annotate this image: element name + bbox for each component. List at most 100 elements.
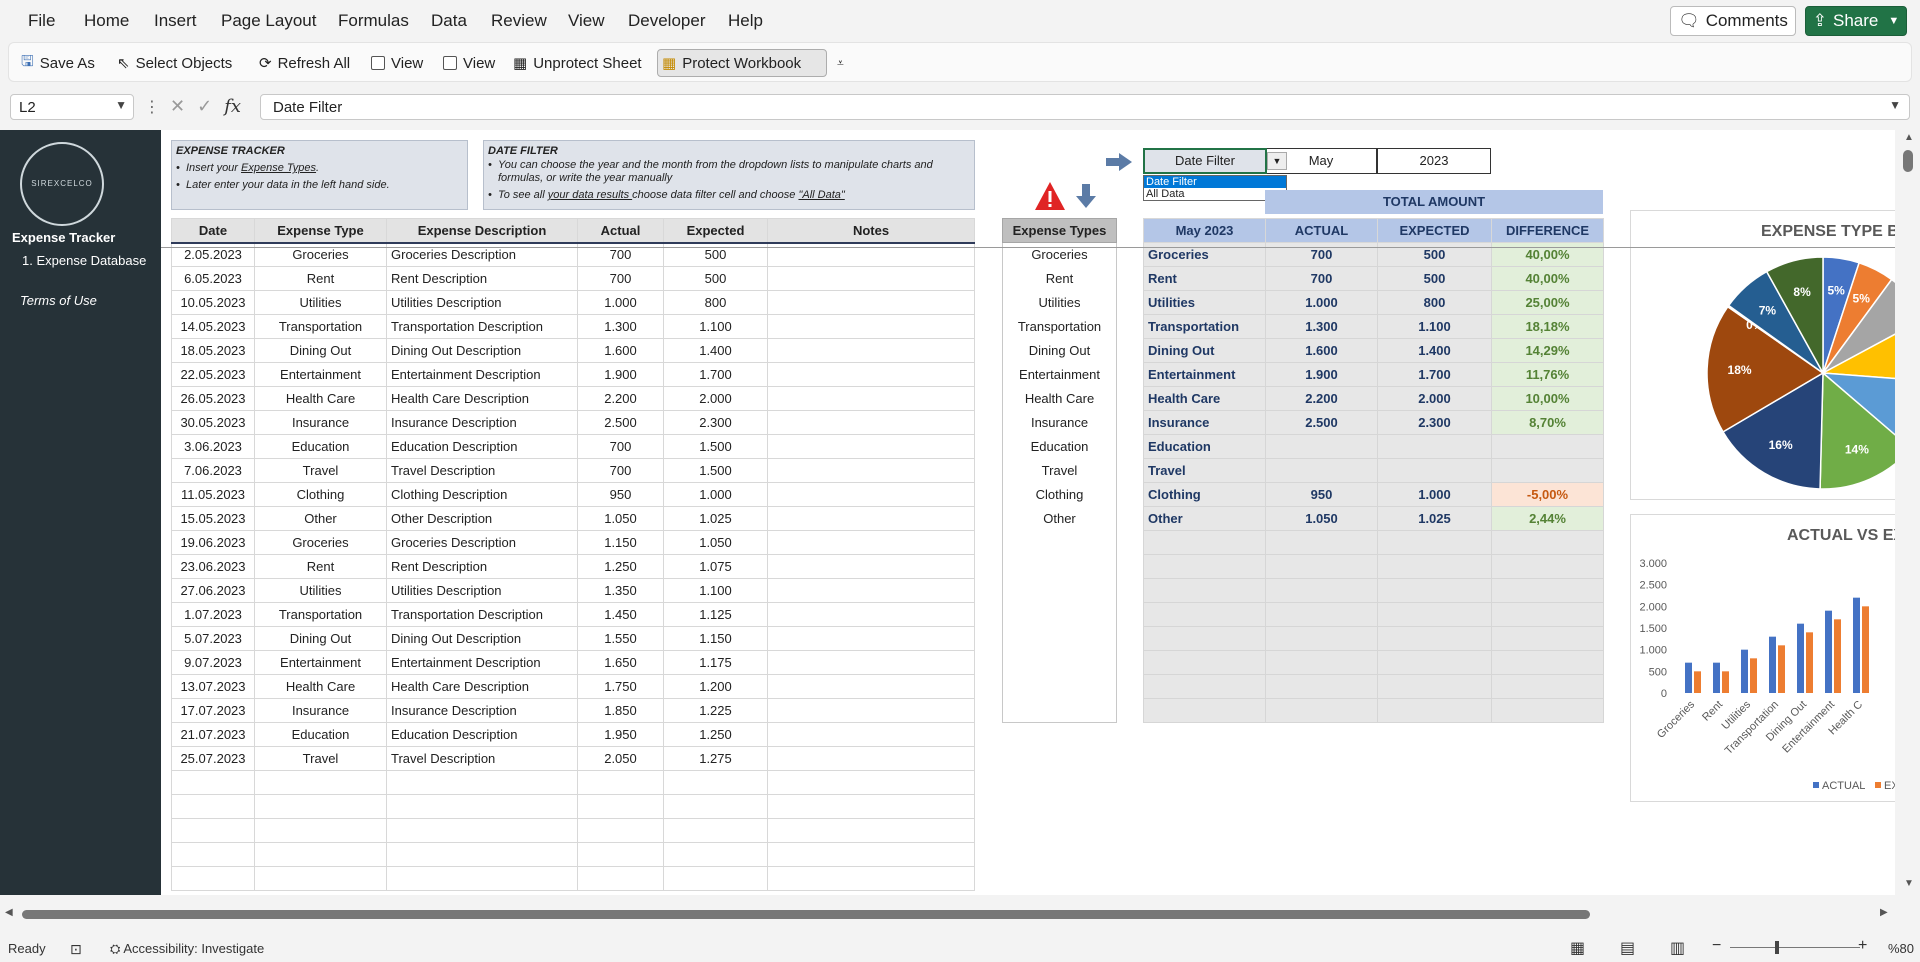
protect-workbook-button[interactable]: ▦ Protect Workbook bbox=[657, 49, 827, 77]
date-cell[interactable]: 5.07.2023 bbox=[171, 626, 255, 651]
bar[interactable] bbox=[1825, 610, 1832, 693]
empty-cell[interactable] bbox=[386, 794, 578, 819]
notes-cell[interactable] bbox=[767, 458, 975, 483]
menu-view[interactable]: View bbox=[568, 11, 605, 31]
empty-cell[interactable] bbox=[1265, 530, 1378, 555]
empty-cell[interactable] bbox=[577, 770, 664, 795]
zoom-out-icon[interactable]: − bbox=[1712, 937, 1721, 955]
type-cell[interactable]: Education bbox=[254, 722, 387, 747]
expense-type-cell[interactable]: Dining Out bbox=[1002, 338, 1117, 363]
expense-type-cell[interactable]: Insurance bbox=[1002, 410, 1117, 435]
actual-total-cell[interactable]: 2.200 bbox=[1265, 386, 1378, 411]
difference-cell[interactable]: 14,29% bbox=[1491, 338, 1604, 363]
notes-cell[interactable] bbox=[767, 386, 975, 411]
empty-cell[interactable] bbox=[254, 770, 387, 795]
difference-cell[interactable] bbox=[1491, 434, 1604, 459]
actual-cell[interactable]: 2.200 bbox=[577, 386, 664, 411]
expense-type-cell[interactable]: Utilities bbox=[1002, 290, 1117, 315]
zoom-slider-thumb[interactable] bbox=[1775, 941, 1779, 954]
empty-cell[interactable] bbox=[171, 794, 255, 819]
sidebar-item-expense-database[interactable]: 1. Expense Database bbox=[22, 253, 146, 268]
expected-cell[interactable]: 800 bbox=[663, 290, 768, 315]
description-cell[interactable]: Dining Out Description bbox=[386, 626, 578, 651]
expected-total-cell[interactable] bbox=[1377, 434, 1492, 459]
menu-page-layout[interactable]: Page Layout bbox=[221, 11, 316, 31]
date-cell[interactable]: 15.05.2023 bbox=[171, 506, 255, 531]
notes-cell[interactable] bbox=[767, 626, 975, 651]
category-cell[interactable]: Insurance bbox=[1143, 410, 1266, 435]
description-cell[interactable]: Utilities Description bbox=[386, 290, 578, 315]
notes-cell[interactable] bbox=[767, 674, 975, 699]
page-layout-view-icon[interactable]: ▤ bbox=[1620, 938, 1635, 958]
empty-cell[interactable] bbox=[1265, 698, 1378, 723]
actual-total-cell[interactable]: 1.900 bbox=[1265, 362, 1378, 387]
share-button[interactable]: ⇪ Share ▼ bbox=[1805, 6, 1907, 36]
empty-cell[interactable] bbox=[1377, 554, 1492, 579]
type-cell[interactable]: Groceries bbox=[254, 530, 387, 555]
empty-cell[interactable] bbox=[767, 842, 975, 867]
expected-cell[interactable]: 2.300 bbox=[663, 410, 768, 435]
empty-cell[interactable] bbox=[1002, 674, 1117, 699]
normal-view-icon[interactable]: ▦ bbox=[1570, 938, 1585, 958]
type-cell[interactable]: Clothing bbox=[254, 482, 387, 507]
expense-type-cell[interactable]: Other bbox=[1002, 506, 1117, 531]
empty-cell[interactable] bbox=[1265, 650, 1378, 675]
empty-cell[interactable] bbox=[1265, 674, 1378, 699]
actual-cell[interactable]: 700 bbox=[577, 434, 664, 459]
expense-types-link[interactable]: Expense Types bbox=[241, 162, 316, 174]
bar[interactable] bbox=[1797, 623, 1804, 693]
empty-cell[interactable] bbox=[1265, 578, 1378, 603]
actual-cell[interactable]: 1.950 bbox=[577, 722, 664, 747]
empty-cell[interactable] bbox=[1002, 602, 1117, 627]
category-cell[interactable]: Entertainment bbox=[1143, 362, 1266, 387]
empty-cell[interactable] bbox=[1143, 530, 1266, 555]
expected-cell[interactable]: 1.400 bbox=[663, 338, 768, 363]
description-cell[interactable]: Entertainment Description bbox=[386, 650, 578, 675]
enter-icon[interactable]: ✓ bbox=[197, 96, 212, 117]
empty-cell[interactable] bbox=[386, 818, 578, 843]
category-cell[interactable]: Dining Out bbox=[1143, 338, 1266, 363]
type-cell[interactable]: Insurance bbox=[254, 698, 387, 723]
actual-cell[interactable]: 1.350 bbox=[577, 578, 664, 603]
empty-cell[interactable] bbox=[1377, 650, 1492, 675]
description-cell[interactable]: Education Description bbox=[386, 722, 578, 747]
empty-cell[interactable] bbox=[171, 770, 255, 795]
expected-total-cell[interactable]: 1.400 bbox=[1377, 338, 1492, 363]
category-cell[interactable]: Transportation bbox=[1143, 314, 1266, 339]
empty-cell[interactable] bbox=[254, 866, 387, 891]
notes-cell[interactable] bbox=[767, 290, 975, 315]
expected-cell[interactable]: 1.250 bbox=[663, 722, 768, 747]
bar[interactable] bbox=[1806, 632, 1813, 693]
bar[interactable] bbox=[1713, 662, 1720, 693]
actual-cell[interactable]: 1.550 bbox=[577, 626, 664, 651]
actual-cell[interactable]: 700 bbox=[577, 266, 664, 291]
scroll-up-icon[interactable]: ▲ bbox=[1904, 132, 1914, 143]
notes-cell[interactable] bbox=[767, 578, 975, 603]
menu-developer[interactable]: Developer bbox=[628, 11, 706, 31]
description-cell[interactable]: Insurance Description bbox=[386, 698, 578, 723]
horizontal-scroll-thumb[interactable] bbox=[22, 910, 1590, 919]
save-as-button[interactable]: 🖫 Save As bbox=[17, 49, 99, 77]
view-checkbox-1[interactable]: View bbox=[367, 49, 427, 77]
date-cell[interactable]: 10.05.2023 bbox=[171, 290, 255, 315]
empty-cell[interactable] bbox=[1143, 554, 1266, 579]
empty-cell[interactable] bbox=[1265, 554, 1378, 579]
type-cell[interactable]: Dining Out bbox=[254, 626, 387, 651]
expected-cell[interactable]: 1.700 bbox=[663, 362, 768, 387]
notes-cell[interactable] bbox=[767, 482, 975, 507]
expense-type-cell[interactable]: Transportation bbox=[1002, 314, 1117, 339]
expected-total-cell[interactable] bbox=[1377, 458, 1492, 483]
date-cell[interactable]: 11.05.2023 bbox=[171, 482, 255, 507]
empty-cell[interactable] bbox=[1491, 674, 1604, 699]
description-cell[interactable]: Health Care Description bbox=[386, 674, 578, 699]
expense-type-cell[interactable]: Travel bbox=[1002, 458, 1117, 483]
empty-cell[interactable] bbox=[1491, 602, 1604, 627]
date-cell[interactable]: 9.07.2023 bbox=[171, 650, 255, 675]
expected-cell[interactable]: 2.000 bbox=[663, 386, 768, 411]
type-cell[interactable]: Dining Out bbox=[254, 338, 387, 363]
type-cell[interactable]: Health Care bbox=[254, 674, 387, 699]
empty-cell[interactable] bbox=[663, 794, 768, 819]
empty-cell[interactable] bbox=[663, 770, 768, 795]
notes-cell[interactable] bbox=[767, 338, 975, 363]
bar[interactable] bbox=[1778, 645, 1785, 693]
